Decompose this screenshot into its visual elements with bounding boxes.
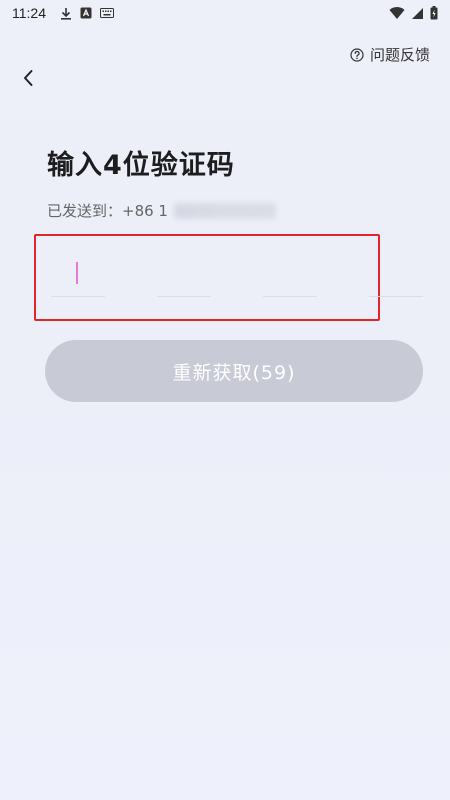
chevron-left-icon bbox=[24, 70, 33, 86]
resend-code-button[interactable]: 重新获取(59) bbox=[45, 340, 423, 402]
app-a-icon bbox=[80, 7, 92, 19]
wifi-icon bbox=[389, 6, 405, 19]
battery-icon bbox=[430, 6, 438, 20]
sent-to-label: 已发送到：+86 1 bbox=[47, 202, 168, 220]
download-icon bbox=[61, 7, 71, 20]
code-digit-3[interactable] bbox=[263, 296, 317, 297]
back-button[interactable] bbox=[16, 66, 40, 90]
status-bar: 11:24 bbox=[0, 0, 450, 26]
help-circle-icon bbox=[350, 47, 364, 62]
text-cursor bbox=[76, 262, 78, 284]
code-digit-2[interactable] bbox=[157, 296, 211, 297]
status-system-icons bbox=[389, 6, 438, 20]
sent-to-row: 已发送到：+86 1 bbox=[47, 200, 276, 221]
page-title: 输入4位验证码 bbox=[47, 150, 235, 181]
masked-phone-number bbox=[173, 202, 276, 219]
code-digit-4[interactable] bbox=[369, 296, 423, 297]
code-input-highlight bbox=[34, 234, 380, 321]
feedback-label: 问题反馈 bbox=[369, 46, 430, 64]
status-time: 11:24 bbox=[12, 5, 46, 21]
code-digit-1[interactable] bbox=[51, 296, 105, 297]
feedback-link[interactable]: 问题反馈 bbox=[350, 44, 430, 65]
status-notification-icons bbox=[60, 7, 114, 20]
signal-icon bbox=[412, 7, 423, 19]
keyboard-icon bbox=[100, 8, 114, 18]
